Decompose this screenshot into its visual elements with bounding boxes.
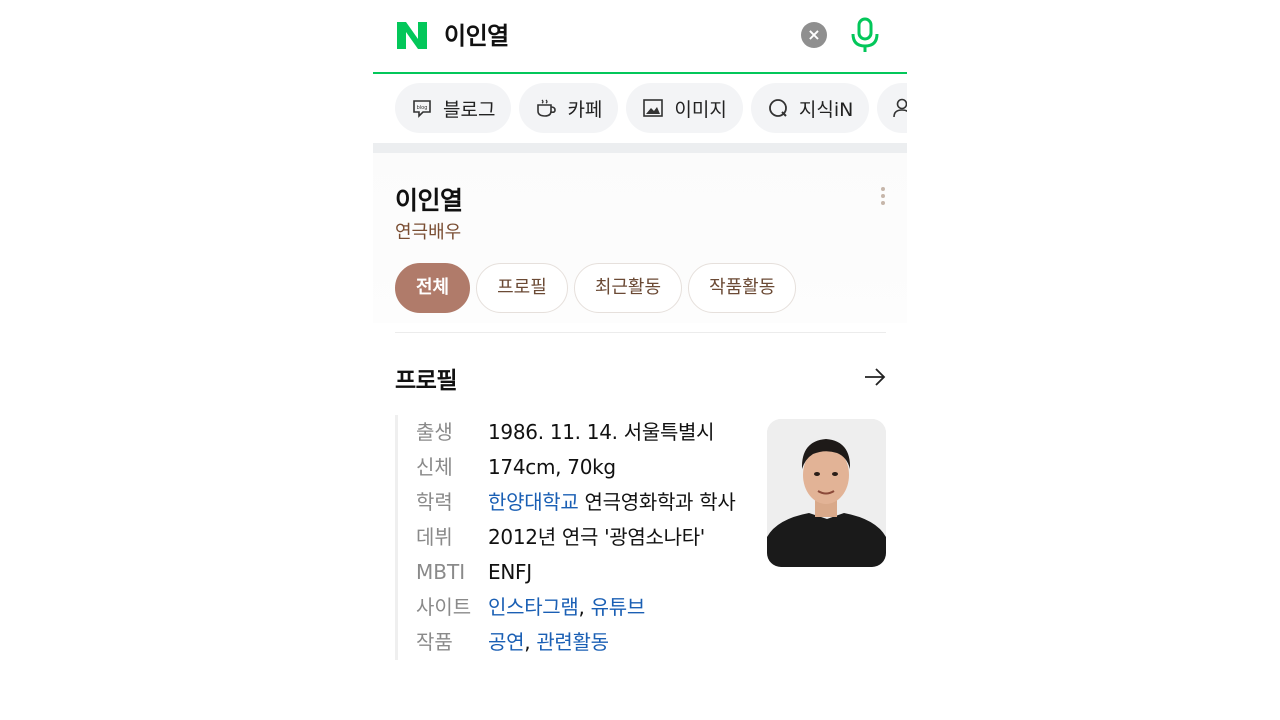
row-value: ENFJ	[488, 560, 532, 584]
row-key: 출생	[416, 420, 453, 444]
divider-line	[395, 332, 886, 333]
person-icon	[891, 97, 907, 119]
profile-section-title: 프로필	[395, 368, 457, 394]
row-key: MBTI	[416, 560, 466, 584]
row-value: 2012년 연극 '광염소나타'	[488, 525, 706, 549]
chip-knowledge-in[interactable]: 지식iN	[750, 83, 870, 133]
chip-label: 이미지	[674, 98, 727, 121]
link-separator: ,	[578, 595, 591, 619]
tab-profile[interactable]: 프로필	[476, 263, 568, 313]
knowledge-q-icon	[767, 97, 789, 119]
profile-row-works: 작품 공연, 관련활동	[416, 625, 755, 660]
clear-search-button[interactable]: ×	[801, 22, 827, 48]
chip-image[interactable]: 이미지	[626, 83, 743, 133]
profile-row-mbti: MBTI ENFJ	[416, 555, 755, 590]
related-activity-link[interactable]: 관련활동	[536, 630, 609, 654]
row-key: 신체	[416, 455, 453, 479]
category-chips: blog 블로그 카페 이미지 지식iN	[395, 83, 907, 133]
tab-works[interactable]: 작품활동	[688, 263, 797, 313]
blog-icon: blog	[411, 97, 433, 119]
profile-photo[interactable]	[767, 419, 886, 567]
profile-row-education: 학력 한양대학교 연극영화학과 학사	[416, 485, 755, 520]
cafe-cup-icon	[535, 97, 557, 119]
profile-tabs: 전체 프로필 최근활동 작품활동	[395, 263, 802, 313]
section-divider	[373, 143, 907, 153]
tab-all[interactable]: 전체	[395, 263, 471, 313]
profile-row-body: 신체 174cm, 70kg	[416, 450, 755, 485]
row-key: 학력	[416, 490, 453, 514]
image-icon	[642, 97, 664, 119]
arrow-right-icon[interactable]	[863, 365, 887, 389]
microphone-icon[interactable]	[850, 17, 880, 53]
chip-label: 지식iN	[798, 98, 854, 121]
row-value: 인스타그램, 유튜브	[488, 590, 755, 625]
profile-row-birth: 출생 1986. 11. 14. 서울특별시	[416, 415, 755, 450]
link-separator: ,	[524, 630, 537, 654]
chip-label: 카페	[567, 98, 603, 121]
row-value: 174cm, 70kg	[488, 455, 616, 479]
search-query[interactable]: 이인열	[444, 20, 509, 52]
person-description: 연극배우	[395, 222, 462, 243]
performance-link[interactable]: 공연	[488, 630, 525, 654]
tab-recent-activity[interactable]: 최근활동	[573, 263, 683, 313]
profile-row-sites: 사이트 인스타그램, 유튜브	[416, 590, 755, 625]
row-value: 공연, 관련활동	[488, 625, 755, 660]
education-detail: 연극영화학과 학사	[578, 490, 736, 514]
svg-text:blog: blog	[417, 105, 428, 111]
chip-blog[interactable]: blog 블로그	[395, 83, 512, 133]
chip-cafe[interactable]: 카페	[519, 83, 619, 133]
education-link[interactable]: 한양대학교	[488, 490, 579, 514]
row-value: 1986. 11. 14. 서울특별시	[488, 420, 715, 444]
row-key: 작품	[416, 630, 453, 654]
search-bar: 이인열 ×	[373, 0, 907, 74]
chip-people[interactable]	[877, 83, 907, 133]
row-key: 사이트	[416, 595, 472, 619]
instagram-link[interactable]: 인스타그램	[488, 595, 579, 619]
profile-row-debut: 데뷔 2012년 연극 '광염소나타'	[416, 520, 755, 555]
row-key: 데뷔	[416, 525, 453, 549]
naver-logo-icon[interactable]	[395, 20, 429, 51]
more-options-icon[interactable]	[873, 184, 893, 208]
row-value: 한양대학교 연극영화학과 학사	[488, 485, 755, 520]
mobile-search-page: 이인열 × blog 블로그 카페 이미지 지식iN 이인열 연극배우 전체 프…	[373, 0, 907, 720]
person-header: 이인열 연극배우 전체 프로필 최근활동 작품활동	[373, 153, 907, 323]
chip-label: 블로그	[443, 98, 496, 121]
profile-info-list: 출생 1986. 11. 14. 서울특별시 신체 174cm, 70kg 학력…	[395, 415, 755, 660]
person-name: 이인열	[395, 186, 463, 215]
youtube-link[interactable]: 유튜브	[591, 595, 646, 619]
